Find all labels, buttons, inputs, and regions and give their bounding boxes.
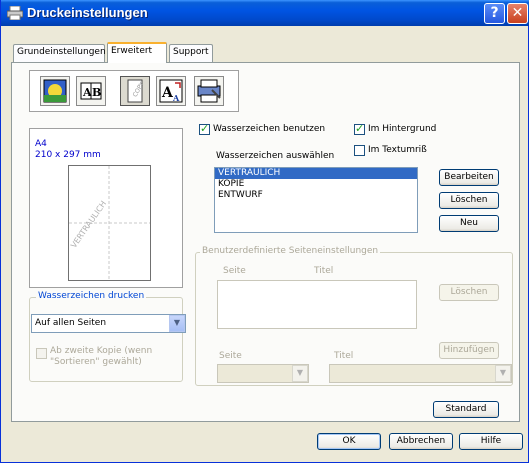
help-button[interactable]: Hilfe bbox=[459, 433, 523, 450]
outline-checkbox[interactable] bbox=[354, 145, 365, 156]
scaling-icon[interactable]: A A bbox=[156, 76, 186, 106]
title-select[interactable]: ▼ bbox=[329, 364, 512, 383]
preview-page bbox=[68, 165, 151, 281]
watermark-print-group bbox=[29, 297, 183, 382]
paper-dimensions: 210 x 297 mm bbox=[35, 150, 101, 160]
window-title: Druckeinstellungen bbox=[27, 5, 148, 20]
dialog-window: Druckeinstellungen ? ✕ Grundeinstellunge… bbox=[0, 0, 529, 463]
tab-support[interactable]: Support bbox=[169, 44, 213, 62]
chevron-down-icon[interactable]: ▼ bbox=[292, 365, 308, 382]
background-checkbox[interactable] bbox=[354, 122, 365, 135]
cancel-button[interactable]: Abbrechen bbox=[389, 433, 453, 450]
custom-delete-button[interactable]: Löschen bbox=[439, 284, 499, 301]
col-page-header: Seite bbox=[223, 266, 246, 276]
standard-button[interactable]: Standard bbox=[433, 401, 499, 418]
delete-button[interactable]: Löschen bbox=[439, 192, 499, 209]
title-label: Titel bbox=[334, 351, 354, 361]
use-watermark-checkbox[interactable] bbox=[199, 122, 210, 135]
list-item[interactable]: KOPIE bbox=[215, 179, 417, 190]
list-item[interactable]: ENTWURF bbox=[215, 190, 417, 201]
new-button[interactable]: Neu bbox=[439, 215, 499, 232]
custom-pages-legend: Benutzerdefinierte Seiteneinstellungen bbox=[200, 246, 381, 256]
svg-text:B: B bbox=[92, 86, 101, 99]
watermark-pages-value: Auf allen Seiten bbox=[35, 318, 107, 328]
tab-erweitert[interactable]: Erweitert bbox=[107, 42, 167, 63]
svg-text:A: A bbox=[172, 93, 180, 103]
chevron-down-icon[interactable]: ▼ bbox=[169, 315, 185, 332]
print-quality-icon[interactable] bbox=[40, 76, 70, 106]
list-item[interactable]: VERTRAULICH bbox=[215, 168, 417, 179]
outline-label: Im Textumriß bbox=[368, 145, 427, 155]
select-watermark-label: Wasserzeichen auswählen bbox=[216, 151, 335, 161]
ok-button[interactable]: OK bbox=[317, 433, 381, 450]
watermark-print-legend: Wasserzeichen drucken bbox=[36, 291, 147, 301]
printer-icon bbox=[6, 5, 24, 21]
paper-name: A4 bbox=[35, 139, 47, 149]
paper-size-label: A4 210 x 297 mm bbox=[35, 139, 101, 161]
copy-checkbox[interactable] bbox=[36, 348, 47, 359]
help-title-button[interactable]: ? bbox=[484, 3, 505, 24]
custom-pages-list[interactable] bbox=[217, 280, 417, 329]
use-watermark-label: Wasserzeichen benutzen bbox=[213, 124, 326, 134]
feature-toolbar: A B COPY A A bbox=[29, 70, 239, 112]
edit-button[interactable]: Bearbeiten bbox=[439, 169, 499, 186]
watermark-icon[interactable]: COPY bbox=[120, 76, 150, 106]
col-title-header: Titel bbox=[314, 266, 334, 276]
add-button[interactable]: Hinzufügen bbox=[439, 342, 499, 359]
copy-checkbox-label-line2: "Sortieren" gewählt) bbox=[50, 357, 142, 367]
copy-checkbox-label: Ab zweite Kopie (wenn "Sortieren" gewähl… bbox=[50, 346, 152, 368]
duplex-icon[interactable]: A B bbox=[76, 76, 106, 106]
background-label: Im Hintergrund bbox=[368, 124, 437, 134]
watermark-list[interactable]: VERTRAULICH KOPIE ENTWURF bbox=[214, 167, 418, 233]
device-options-icon[interactable] bbox=[194, 76, 224, 106]
svg-text:A: A bbox=[82, 86, 92, 99]
page-label: Seite bbox=[219, 351, 242, 361]
close-button[interactable]: ✕ bbox=[507, 3, 528, 24]
copy-checkbox-label-line1: Ab zweite Kopie (wenn bbox=[50, 346, 153, 356]
chevron-down-icon[interactable]: ▼ bbox=[495, 365, 511, 382]
page-select[interactable]: ▼ bbox=[217, 364, 309, 383]
tab-grundeinstellungen[interactable]: Grundeinstellungen bbox=[13, 44, 106, 62]
title-bar[interactable]: Druckeinstellungen ? ✕ bbox=[1, 0, 529, 26]
watermark-pages-select[interactable]: Auf allen Seiten ▼ bbox=[31, 314, 186, 333]
